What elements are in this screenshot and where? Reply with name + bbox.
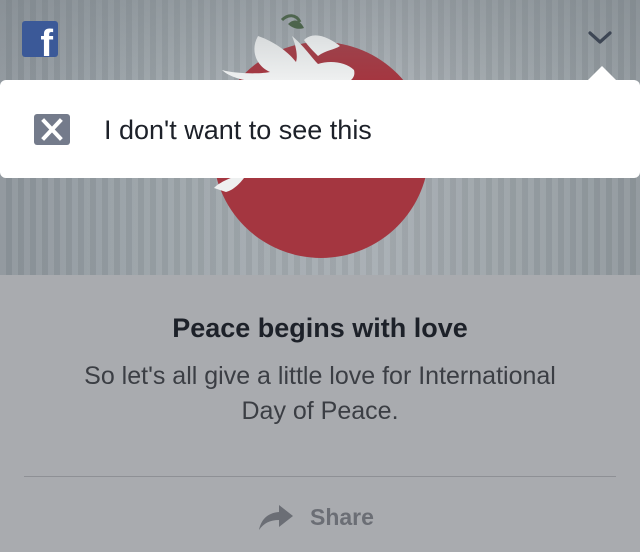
facebook-logo-icon: f [22, 21, 58, 57]
link-preview-caption[interactable]: Peace begins with love So let's all give… [0, 275, 640, 552]
share-arrow-icon [259, 505, 293, 530]
preview-description: So let's all give a little love for Inte… [84, 362, 556, 425]
hide-post-option[interactable]: I don't want to see this [104, 113, 372, 147]
popup-pointer [588, 66, 616, 80]
share-button[interactable]: Share [258, 499, 374, 535]
divider [24, 476, 616, 477]
preview-title: Peace begins with love [172, 313, 468, 343]
share-label: Share [310, 503, 374, 530]
hide-post-menu: I don't want to see this [0, 80, 640, 178]
close-box-icon[interactable] [34, 114, 70, 145]
hero-shade [0, 0, 640, 80]
chevron-down-icon[interactable] [586, 26, 614, 48]
facebook-logo-glyph: f [40, 23, 53, 57]
